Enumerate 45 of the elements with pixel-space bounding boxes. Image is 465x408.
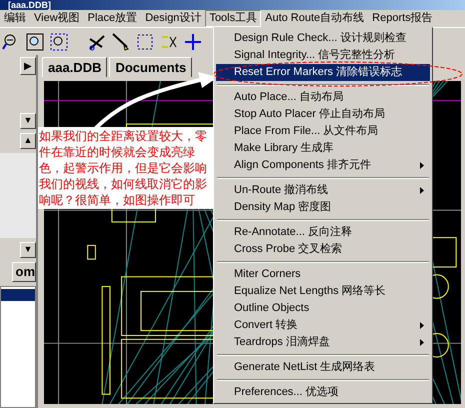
dropdown-menu-item[interactable]: Equalize Net Lengths 网络等长	[216, 283, 430, 300]
submenu-arrow-icon	[420, 339, 424, 346]
dropdown-menu-item[interactable]: Reset Error Markers 清除错误标志	[216, 64, 430, 81]
scroll-up-button[interactable]: ▲	[20, 133, 36, 149]
dropdown-menu-item[interactable]: Design Rule Check... 设计规则检查	[216, 30, 430, 47]
dropdown-button[interactable]: ▼	[20, 242, 36, 258]
dropdown-button[interactable]: ▼	[20, 113, 36, 129]
window-title: [aaa.DDB]	[8, 0, 52, 10]
dropdown-menu-item[interactable]: Density Map 密度图	[216, 199, 430, 216]
menu-item[interactable]: Auto Route自动布线	[261, 10, 368, 27]
zoom-fit-icon[interactable]	[26, 32, 44, 50]
submenu-arrow-icon	[420, 162, 424, 169]
menu-item[interactable]: Reports报告	[368, 10, 437, 27]
dropdown-menu-item[interactable]: Cross Probe 交叉检索	[216, 241, 430, 258]
dropdown-menu-item[interactable]: Outline Objects	[216, 300, 430, 317]
submenu-arrow-icon	[420, 187, 424, 194]
dropdown-menu-item[interactable]: Teardrops 泪滴焊盘	[216, 334, 430, 351]
dropdown-menu-item[interactable]: Miter Corners	[216, 266, 430, 283]
dropdown-menu-item[interactable]: Place From File... 从文件布局	[216, 123, 430, 140]
dropdown-menu-item[interactable]: Generate NetList 生成网络表	[216, 359, 430, 376]
dropdown-menu-item[interactable]: Stop Auto Placer 停止自动布局	[216, 106, 430, 123]
menu-item[interactable]: Place放置	[84, 10, 142, 27]
dropdown-menu-item[interactable]: Make Library 生成库	[216, 140, 430, 157]
scissors-icon[interactable]	[88, 32, 106, 50]
dropdown-menu-item[interactable]: Convert 转换	[216, 317, 430, 334]
menu-item[interactable]: View视图	[30, 10, 84, 27]
zoom-button[interactable]: om	[12, 262, 36, 282]
dropdown-menu-item[interactable]: Align Components 排齐元件	[216, 157, 430, 174]
select-area-icon[interactable]	[136, 32, 154, 50]
dropdown-menu-item[interactable]: Auto Place... 自动布局	[216, 89, 430, 106]
dropdown-menu-item[interactable]: Signal Integrity... 信号完整性分析	[216, 47, 430, 64]
move-icon[interactable]	[184, 32, 202, 50]
menu-item[interactable]: Tools工具	[205, 10, 262, 27]
document-tab[interactable]: Documents	[109, 57, 192, 77]
zoom-area-icon[interactable]	[50, 32, 68, 50]
menu-item[interactable]: Design设计	[141, 10, 206, 27]
nav-button[interactable]: ▶	[20, 57, 36, 75]
submenu-arrow-icon	[420, 322, 424, 329]
dropdown-menu-item[interactable]: Preferences... 优选项	[216, 384, 430, 401]
dropdown-menu-item[interactable]: Re-Annotate... 反向注释	[216, 224, 430, 241]
annotation-note: 如果我们的全距离设置较大，零件在靠近的时候就会变成亮绿色，起警示作用，但是它会影响我们的视线，如何线取消它的影响呢？很简单，如图操作即可	[38, 127, 214, 209]
dropdown-menu-item[interactable]: Un-Route 撤消布线	[216, 182, 430, 199]
menu-item[interactable]: 编辑	[0, 10, 30, 27]
document-tab[interactable]: aaa.DDB	[42, 57, 108, 77]
pointer-icon[interactable]	[112, 32, 130, 50]
